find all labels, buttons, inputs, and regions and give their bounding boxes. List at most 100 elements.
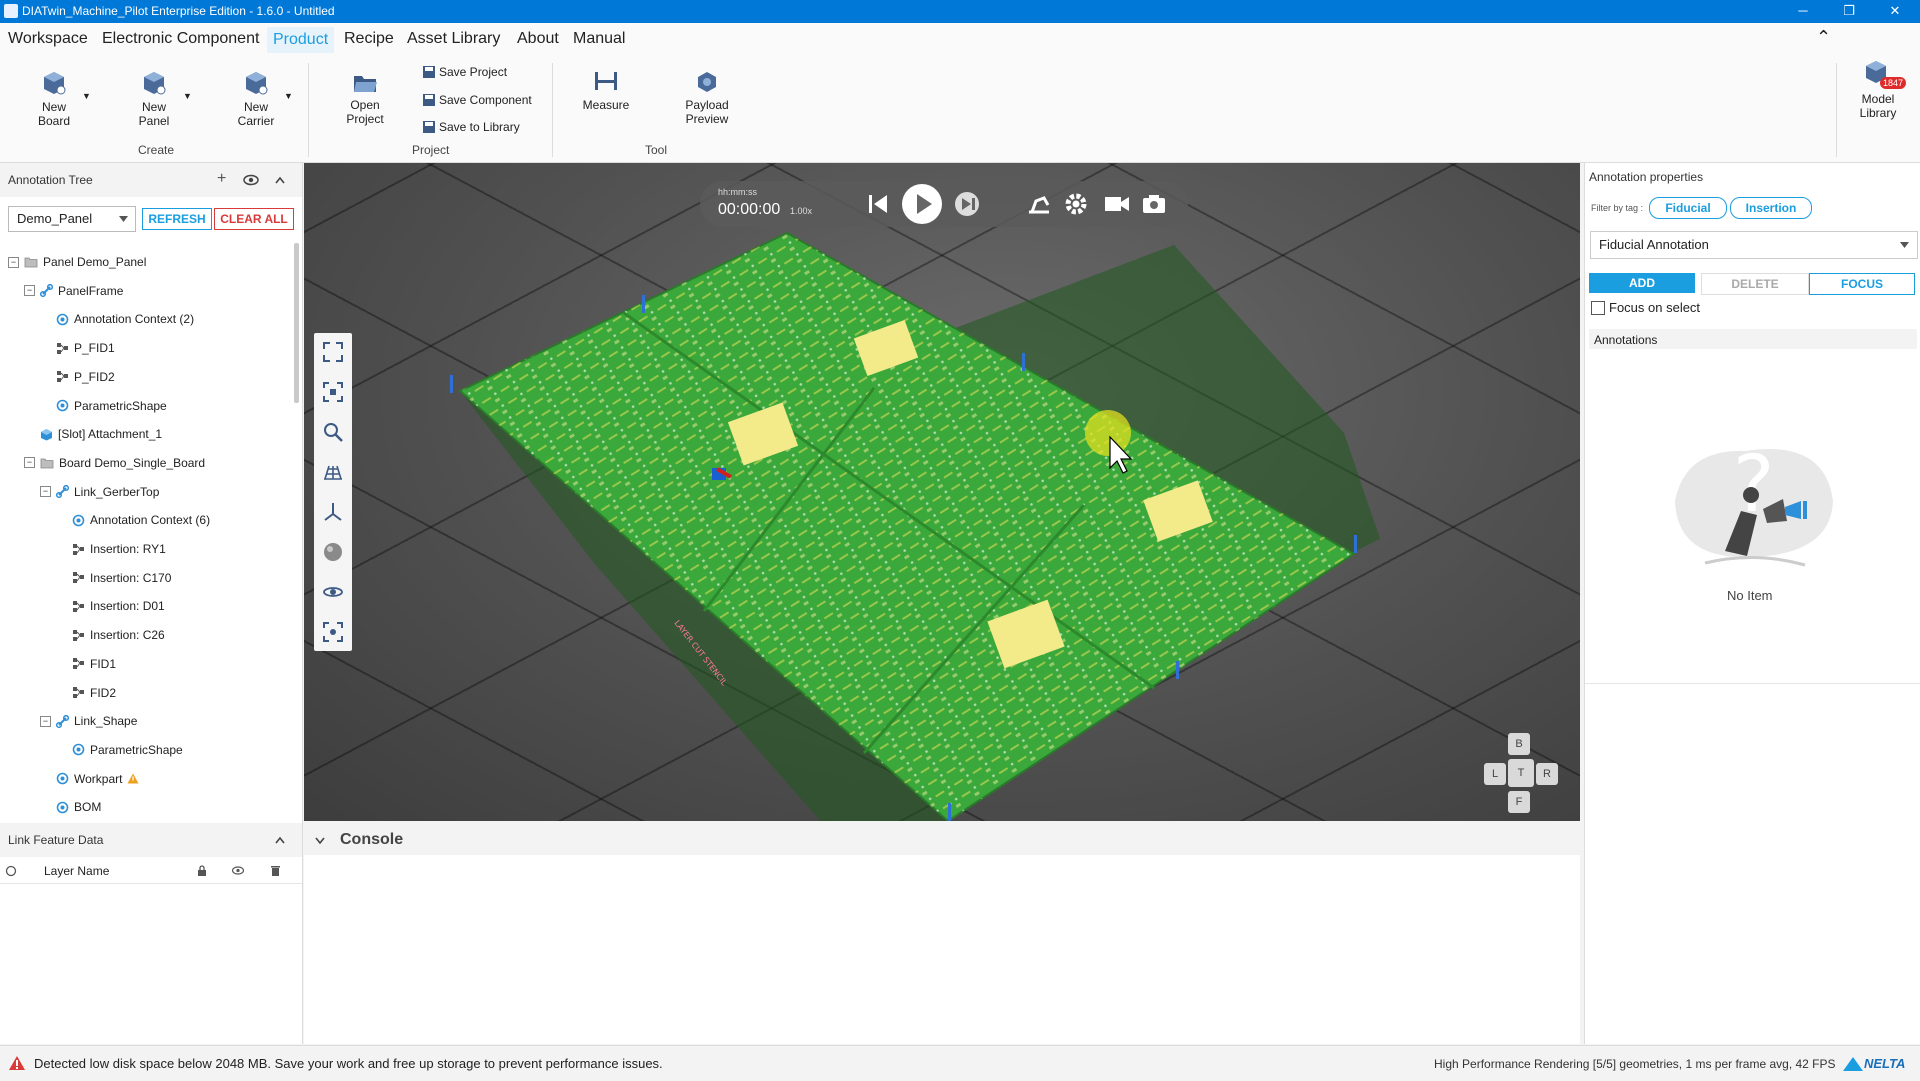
- close-button[interactable]: ✕: [1872, 0, 1918, 23]
- tree-item[interactable]: − PanelFrame: [24, 284, 123, 298]
- tree-item[interactable]: ParametricShape: [40, 399, 167, 413]
- play-icon[interactable]: [902, 184, 942, 224]
- tree-item[interactable]: Insertion: RY1: [56, 542, 166, 556]
- tree-item[interactable]: ParametricShape: [56, 743, 183, 757]
- sphere-shading-icon[interactable]: [322, 541, 344, 563]
- playback-speed[interactable]: 1.00x: [790, 206, 812, 216]
- new-board-dropdown-icon[interactable]: ▼: [82, 91, 91, 101]
- view-left-button[interactable]: L: [1484, 763, 1506, 785]
- save-to-library-button[interactable]: Save to Library: [422, 120, 520, 134]
- new-panel-dropdown-icon[interactable]: ▼: [183, 91, 192, 101]
- carrier-icon: [246, 72, 268, 95]
- chevron-up-icon[interactable]: [274, 175, 286, 185]
- clear-all-button[interactable]: CLEAR ALL: [214, 208, 294, 230]
- zoom-icon[interactable]: [322, 421, 344, 443]
- axes-icon[interactable]: [322, 501, 344, 523]
- fit-selection-icon[interactable]: [322, 381, 344, 403]
- tree-item[interactable]: Workpart: [40, 772, 139, 786]
- tree-item[interactable]: [Slot] Attachment_1: [24, 427, 162, 441]
- tree-item[interactable]: Insertion: C170: [56, 571, 171, 585]
- robot-arm-icon[interactable]: [1026, 193, 1052, 215]
- collapse-toggle-icon[interactable]: −: [24, 457, 35, 469]
- tree-scrollbar[interactable]: [294, 243, 299, 403]
- folder-icon: [24, 256, 38, 268]
- eye-icon[interactable]: [243, 174, 259, 186]
- layer-name-column[interactable]: Layer Name: [44, 864, 109, 878]
- delete-annotation-button[interactable]: DELETE: [1701, 273, 1809, 295]
- minimize-button[interactable]: ─: [1780, 0, 1826, 23]
- skip-back-icon[interactable]: [866, 192, 890, 216]
- annotation-type-select[interactable]: Fiducial Annotation: [1590, 231, 1918, 259]
- tree-item[interactable]: FID1: [56, 657, 116, 671]
- measure-button[interactable]: Measure: [578, 69, 634, 112]
- collapse-ribbon-icon[interactable]: ⌃: [1816, 27, 1831, 48]
- tree-item[interactable]: Annotation Context (6): [56, 513, 210, 527]
- tree-item[interactable]: − Link_GerberTop: [40, 485, 159, 499]
- ribbon-separator: [1836, 63, 1837, 157]
- orbit-icon[interactable]: [322, 581, 344, 603]
- save-project-button[interactable]: Save Project: [422, 65, 507, 79]
- tree-item[interactable]: P_FID1: [40, 341, 115, 355]
- restore-button[interactable]: ❐: [1826, 0, 1872, 23]
- screenshot-camera-icon[interactable]: [1142, 193, 1166, 215]
- new-carrier-button[interactable]: New Carrier: [228, 69, 284, 128]
- lock-icon[interactable]: [197, 865, 207, 877]
- payload-preview-button[interactable]: Payload Preview: [678, 69, 736, 126]
- panel-select[interactable]: Demo_Panel: [8, 206, 136, 232]
- tag-fiducial[interactable]: Fiducial: [1649, 197, 1727, 219]
- menu-product[interactable]: Product: [267, 27, 335, 53]
- 3d-viewport[interactable]: LAYER CUT STENCIL hh:mm:ss 00:00:00 1.00…: [304, 163, 1580, 821]
- menu-electronic-component[interactable]: Electronic Component: [102, 30, 259, 48]
- save-component-button[interactable]: Save Component: [422, 93, 532, 107]
- chevron-down-icon: [119, 216, 128, 222]
- tree-item[interactable]: − Board Demo_Single_Board: [24, 456, 205, 470]
- tree-item-label: P_FID1: [74, 341, 115, 356]
- gear-icon[interactable]: [1064, 192, 1088, 216]
- collapse-toggle-icon[interactable]: −: [8, 256, 19, 268]
- menu-manual[interactable]: Manual: [573, 30, 625, 48]
- menu-workspace[interactable]: Workspace: [8, 30, 88, 48]
- menu-asset-library[interactable]: Asset Library: [407, 30, 500, 48]
- new-panel-button[interactable]: New Panel: [128, 69, 180, 128]
- add-icon[interactable]: +: [217, 170, 226, 188]
- chevron-down-icon[interactable]: [314, 835, 326, 845]
- focus-on-select-checkbox[interactable]: [1591, 301, 1605, 315]
- view-back-button[interactable]: B: [1508, 733, 1530, 755]
- chevron-up-icon[interactable]: [274, 835, 286, 845]
- tag-insertion[interactable]: Insertion: [1730, 197, 1812, 219]
- warning-icon: [9, 1056, 25, 1070]
- focus-annotation-button[interactable]: FOCUS: [1809, 273, 1915, 295]
- console-header[interactable]: Console: [304, 825, 1580, 855]
- collapse-toggle-icon[interactable]: −: [40, 715, 51, 727]
- open-project-button[interactable]: Open Project: [340, 71, 390, 126]
- view-front-button[interactable]: F: [1508, 791, 1530, 813]
- status-bar: Detected low disk space below 2048 MB. S…: [0, 1045, 1920, 1081]
- new-carrier-dropdown-icon[interactable]: ▼: [284, 91, 293, 101]
- fit-all-icon[interactable]: [322, 341, 344, 363]
- menu-about[interactable]: About: [517, 30, 559, 48]
- tree-item[interactable]: Insertion: C26: [56, 628, 165, 642]
- tree-item[interactable]: FID2: [56, 686, 116, 700]
- tree-item[interactable]: P_FID2: [40, 370, 115, 384]
- collapse-toggle-icon[interactable]: −: [24, 285, 35, 297]
- video-camera-icon[interactable]: [1104, 194, 1130, 214]
- tree-item[interactable]: BOM: [40, 800, 101, 814]
- panel-select-value: Demo_Panel: [17, 211, 93, 226]
- refresh-button[interactable]: REFRESH: [142, 208, 212, 230]
- eye-icon[interactable]: [232, 866, 244, 875]
- menu-recipe[interactable]: Recipe: [344, 30, 394, 48]
- new-board-button[interactable]: New Board: [28, 69, 80, 128]
- trash-icon[interactable]: [271, 865, 280, 877]
- grid-icon[interactable]: [322, 461, 344, 483]
- tree-item[interactable]: − Panel Demo_Panel: [8, 255, 146, 269]
- tree-item[interactable]: Insertion: D01: [56, 599, 165, 613]
- add-annotation-button[interactable]: ADD: [1589, 273, 1695, 293]
- board-icon: [44, 72, 66, 95]
- view-right-button[interactable]: R: [1536, 763, 1558, 785]
- tree-item[interactable]: Annotation Context (2): [40, 312, 194, 326]
- step-forward-icon[interactable]: [954, 192, 982, 216]
- view-top-button[interactable]: T: [1508, 759, 1534, 787]
- collapse-toggle-icon[interactable]: −: [40, 486, 51, 498]
- focus-frame-icon[interactable]: [322, 621, 344, 643]
- tree-item[interactable]: − Link_Shape: [40, 714, 137, 728]
